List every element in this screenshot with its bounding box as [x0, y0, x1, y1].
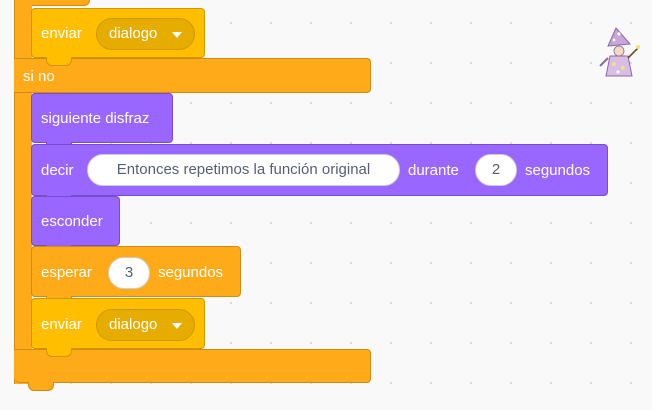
hide-label: esconder [41, 213, 103, 230]
wait-seconds-input[interactable]: 3 [108, 257, 150, 289]
send-label: enviar [41, 25, 82, 42]
during-label: durante [408, 162, 459, 179]
say-for-secs-block[interactable]: decir Entonces repetimos la función orig… [31, 144, 608, 204]
seconds-label: segundos [525, 162, 591, 179]
message-value: dialogo [109, 25, 158, 42]
else-label: si no [23, 68, 55, 85]
wait-seconds-label: segundos [158, 264, 224, 281]
wait-label: esperar [41, 264, 92, 281]
send-broadcast-block-bottom[interactable]: enviar dialogo [31, 298, 205, 357]
next-costume-label: siguiente disfraz [41, 110, 150, 127]
send-broadcast-block-top[interactable]: enviar dialogo [31, 8, 205, 66]
wizard-sprite-icon[interactable] [594, 26, 642, 78]
if-else-bottom-notch [28, 382, 54, 391]
message-dropdown[interactable]: dialogo [96, 18, 195, 50]
send-label: enviar [41, 316, 82, 333]
say-text-input[interactable]: Entonces repetimos la función original [87, 154, 400, 186]
message-value: dialogo [109, 316, 158, 333]
chevron-down-icon [172, 323, 182, 329]
next-costume-block[interactable]: siguiente disfraz [31, 93, 173, 151]
chevron-down-icon [172, 32, 182, 38]
say-seconds-input[interactable]: 2 [475, 154, 517, 186]
say-label: decir [41, 162, 74, 179]
message-dropdown[interactable]: dialogo [96, 309, 195, 341]
hide-block[interactable]: esconder [31, 196, 120, 254]
wait-block[interactable]: esperar 3 segundos [31, 246, 241, 305]
